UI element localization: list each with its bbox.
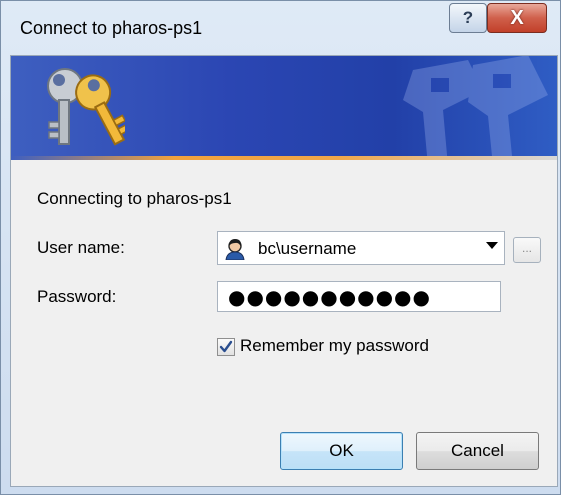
credential-dialog: Connect to pharos-ps1 ? X Connecting to … [0, 0, 561, 495]
checkmark-icon [219, 340, 233, 353]
keys-icon [47, 68, 125, 146]
connecting-message: Connecting to pharos-ps1 [37, 189, 232, 208]
remember-password-checkbox[interactable] [217, 338, 235, 356]
username-value: bc\username [258, 239, 357, 258]
username-label: User name: [37, 238, 125, 257]
dialog-body: Connecting to pharos-ps1 User name: bc\u… [10, 55, 558, 487]
help-icon: ? [462, 8, 474, 27]
cancel-button[interactable]: Cancel [416, 432, 539, 470]
password-field[interactable]: ●●●●●●●●●●● [217, 281, 501, 312]
username-combobox[interactable]: bc\username [217, 231, 505, 265]
browse-button[interactable]: ... [513, 237, 541, 263]
ok-button[interactable]: OK [280, 432, 403, 470]
banner [11, 56, 557, 158]
password-mask: ●●●●●●●●●●● [228, 285, 431, 309]
keys-watermark-icon [403, 56, 548, 158]
password-label: Password: [37, 287, 117, 306]
close-icon: X [510, 6, 524, 29]
user-account-icon [225, 239, 245, 260]
title-bar[interactable]: Connect to pharos-ps1 ? X [1, 1, 560, 59]
close-button[interactable]: X [487, 3, 547, 33]
help-button[interactable]: ? [449, 3, 487, 33]
chevron-down-icon[interactable] [486, 242, 498, 249]
window-title: Connect to pharos-ps1 [20, 18, 203, 38]
banner-divider [11, 156, 557, 160]
remember-password-label[interactable]: Remember my password [240, 336, 429, 356]
